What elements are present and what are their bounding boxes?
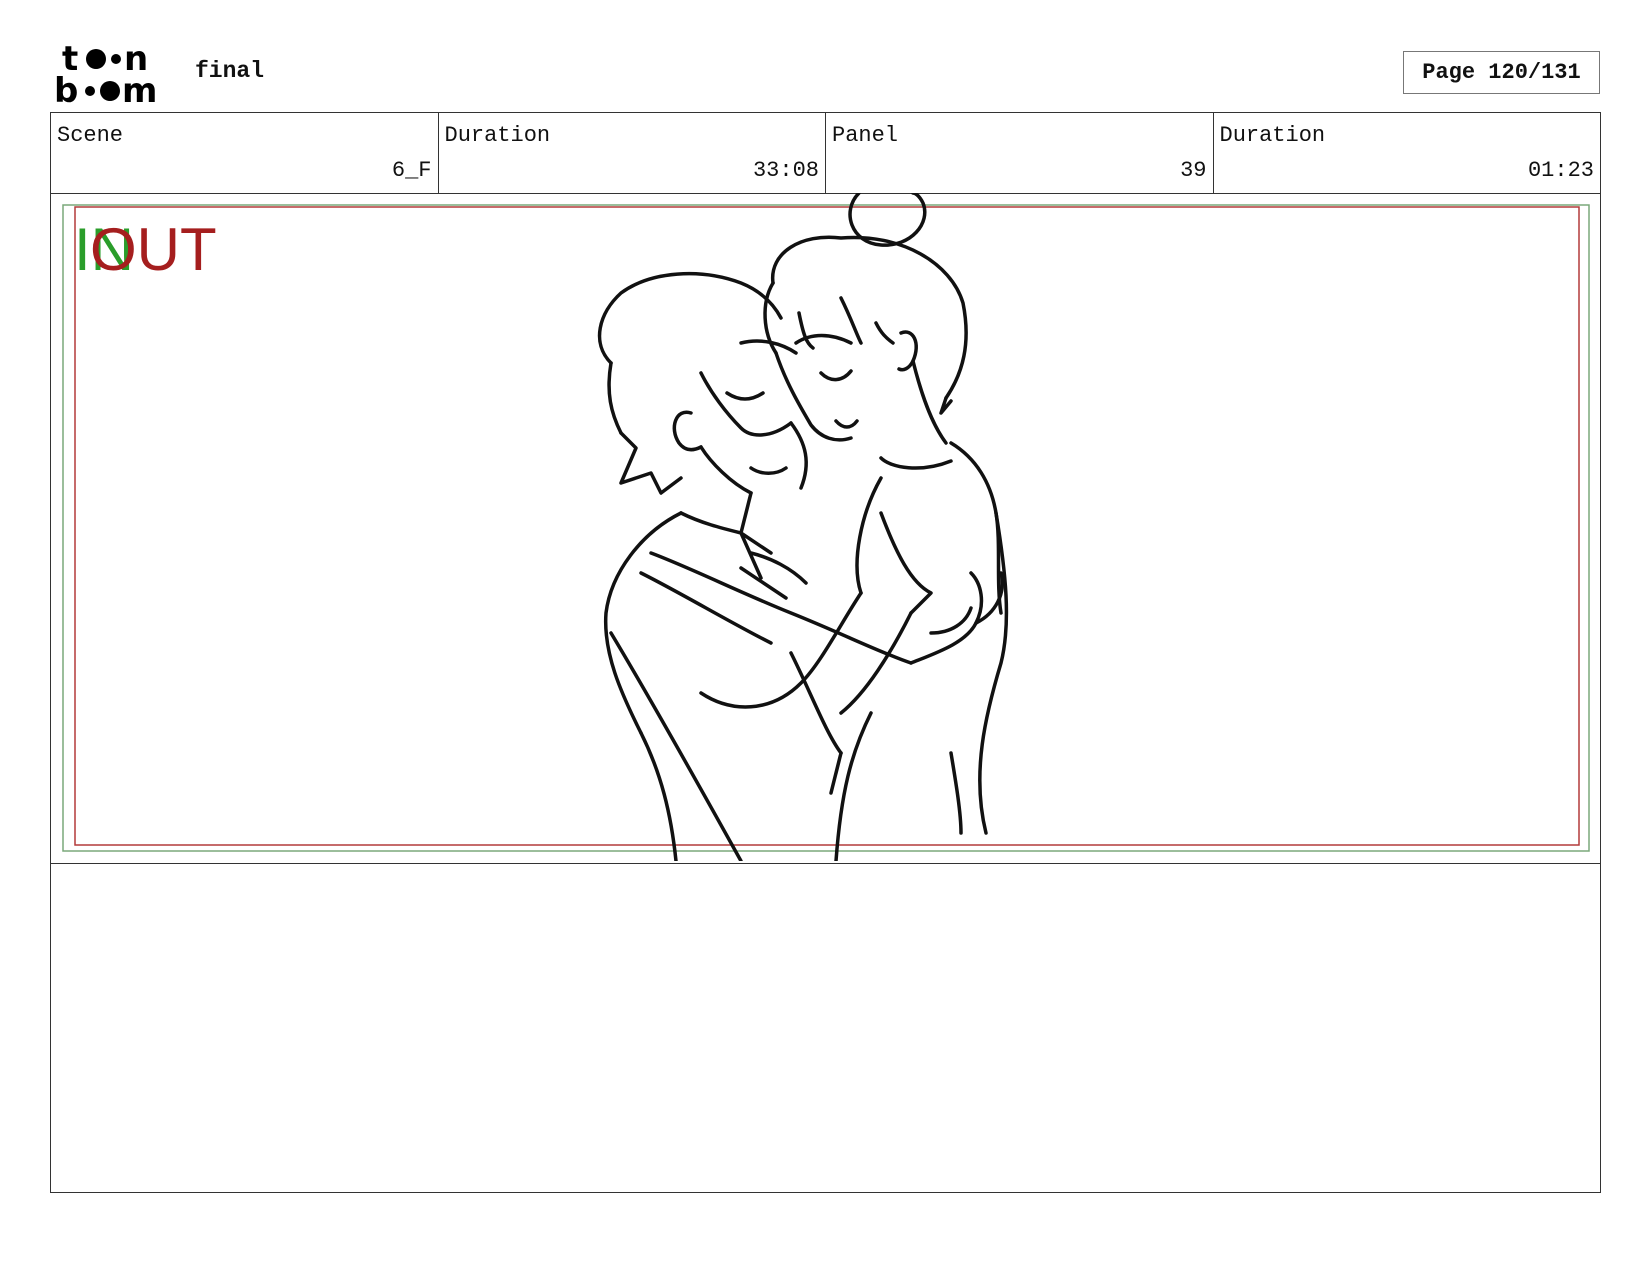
scene-value: 6_F (391, 158, 432, 183)
svg-text:m: m (122, 71, 157, 106)
scene-duration-cell: Duration 33:08 (439, 113, 826, 193)
storyboard-panel (50, 193, 1601, 864)
scene-duration-value: 33:08 (752, 158, 819, 183)
couple-sketch (597, 193, 1009, 861)
scene-label: Scene (57, 123, 124, 148)
panel-label: Panel (832, 123, 899, 148)
panel-duration-value: 01:23 (1527, 158, 1594, 183)
toon-boom-logo: t n b m (54, 40, 157, 106)
panel-sketch (62, 193, 1590, 861)
scene-duration-label: Duration (444, 123, 551, 148)
panel-cell: Panel 39 (826, 113, 1214, 193)
panel-info-row: Scene 6_F Duration 33:08 Panel 39 Durati… (50, 112, 1601, 194)
project-title: final (195, 58, 265, 84)
camera-frame-red (74, 206, 1580, 846)
camera-frame-green (62, 204, 1590, 852)
panel-duration-cell: Duration 01:23 (1214, 113, 1601, 193)
scene-cell: Scene 6_F (51, 113, 439, 193)
panel-value: 39 (1180, 158, 1207, 183)
panel-notes-box[interactable] (50, 863, 1601, 1193)
page-number: Page 120/131 (1403, 51, 1600, 94)
panel-duration-label: Duration (1219, 123, 1326, 148)
out-marker: OUT (90, 216, 217, 283)
svg-text:b: b (54, 71, 78, 106)
